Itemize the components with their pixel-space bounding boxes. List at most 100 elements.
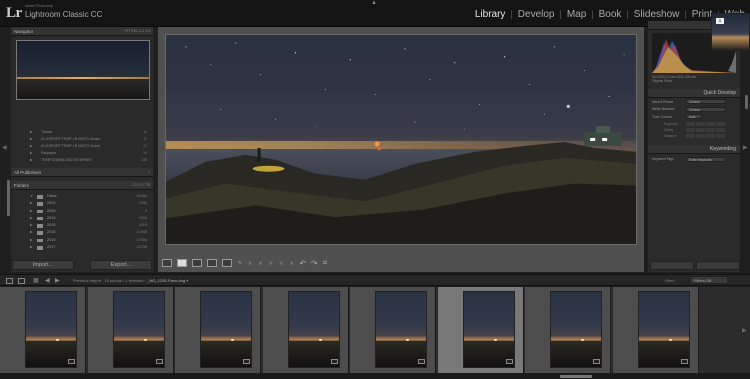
survey-view-button[interactable] [207,259,217,267]
disclosure-triangle-icon[interactable]: ▶ [30,222,33,229]
module-book[interactable]: Book [594,9,627,20]
folder-item[interactable]: ▶ 2004 1396 [11,200,153,207]
navigator-zoom-options[interactable]: FIT FILL 1:1 1:3 [125,29,150,33]
filmstrip-source[interactable]: Previous Import 15 photos / 1 selected /… [73,278,188,283]
disclosure-triangle-icon[interactable]: ▶ [30,157,33,164]
folder-item[interactable]: ▶ 2017 23756 [11,244,153,251]
disclosure-triangle-icon[interactable]: ▶ [30,208,33,215]
saved-preset-select[interactable]: Custom [686,99,726,105]
folder-count: 23756 [136,245,147,250]
second-display-icon[interactable] [18,278,25,284]
disclosure-triangle-icon[interactable]: ▶ [30,129,33,136]
catalog-item[interactable]: ▶ TEMP DOWNLOAD INTERNET 135 [11,157,153,164]
auto-tone-button[interactable]: Auto [686,114,702,120]
catalog-item[interactable]: ▶ Pallpaper 14 [11,150,153,157]
rotate-left-icon[interactable]: ↶ [299,259,306,268]
folder-item[interactable]: ▶ 2016 17666 [11,237,153,244]
module-map[interactable]: Map [562,9,591,20]
tone-adjust-buttons[interactable] [686,121,725,126]
catalog-item[interactable]: ▶ 01-EXPORT TEMP LR-MOTO Scene 12 [11,143,153,150]
module-slideshow[interactable]: Slideshow [629,9,685,20]
rating-star-icon[interactable]: ★ [279,260,284,267]
white-balance-select[interactable]: Custom [686,106,726,112]
loupe-view-button[interactable] [177,259,187,267]
rating-star-icon[interactable]: ★ [247,260,252,267]
filmstrip-cell[interactable] [0,287,86,373]
keyword-tags-input[interactable]: Enter Keywords [686,156,726,162]
compare-view-button[interactable] [192,259,202,267]
filmstrip-thumbnail[interactable] [462,291,515,368]
lightroom-window: Lr Adobe Photoshop Lightroom Classic CC … [0,0,750,379]
top-panel-toggle-icon[interactable]: ▲ [371,0,377,6]
disclosure-triangle-icon[interactable]: ▶ [30,136,33,143]
filmstrip-cell[interactable] [87,287,174,373]
module-develop[interactable]: Develop [513,9,560,20]
import-button[interactable]: Import... [12,260,74,270]
people-view-button[interactable] [222,259,232,267]
left-panel-scrollbar[interactable] [7,180,10,216]
filmstrip-thumbnail[interactable] [200,291,252,368]
quick-develop-header[interactable]: Quick Develop [648,89,740,98]
filmstrip-cell[interactable] [525,287,611,373]
folders-header[interactable]: Folders 2.2 / 4.7 TB [11,181,153,190]
publish-services-header[interactable]: All Publishers + [11,168,153,177]
disclosure-triangle-icon[interactable]: ▶ [30,143,33,150]
disclosure-triangle-icon[interactable]: ▶ [30,215,33,222]
sync-settings-button[interactable] [696,261,740,270]
filmstrip-cell[interactable] [262,287,349,373]
forward-icon[interactable]: ▶ [55,277,62,284]
filmstrip-scrollbar[interactable] [0,373,750,379]
right-panel-toggle-icon[interactable]: ▶ [743,144,748,151]
catalog-item[interactable]: ▶ Tickets 11 [11,129,153,136]
sync-metadata-button[interactable] [650,261,694,270]
main-photo[interactable] [165,34,637,245]
filmstrip-thumbnail[interactable] [637,291,690,368]
folder-item[interactable]: ▼ Fotos 64566 [11,193,153,200]
left-panel-toggle-icon[interactable]: ◀ [2,144,7,151]
folder-item[interactable]: ▶ 2016 10085 [11,229,153,236]
folder-item[interactable]: ▶ 2015 4115 [11,222,153,229]
navigator-preview[interactable] [16,40,150,100]
grid-view-button[interactable] [162,259,172,267]
catalog-item[interactable]: ▶ 01-EXPORT TEMP LR-MOTO Model 11 [11,136,153,143]
export-button[interactable]: Export... [90,260,152,270]
secondary-window-icon[interactable] [6,278,13,284]
filmstrip-right-toggle-icon[interactable]: ▶ [742,327,747,334]
folder-item[interactable]: ▶ 2006 8 [11,208,153,215]
flag-icon[interactable]: ⚑ [237,260,242,267]
tone-adjust-buttons[interactable] [686,133,725,138]
disclosure-triangle-icon[interactable]: ▶ [30,244,33,251]
rotate-right-icon[interactable]: ↷ [311,259,318,268]
rating-star-icon[interactable]: ★ [268,260,273,267]
filmstrip-thumbnail[interactable] [25,291,77,368]
filmstrip-thumbnail[interactable] [375,291,427,368]
keywording-header[interactable]: Keywording [648,144,740,154]
rating-star-icon[interactable]: ★ [289,260,294,267]
grid-view-icon[interactable]: ▦ [33,277,40,284]
module-library[interactable]: Library [470,9,511,20]
filmstrip-thumbnail[interactable] [287,291,340,368]
disclosure-triangle-icon[interactable]: ▼ [30,193,33,200]
disclosure-triangle-icon[interactable]: ▶ [30,229,33,236]
rating-star-icon[interactable]: ★ [258,260,263,267]
navigator-header[interactable]: Navigator FIT FILL 1:1 1:3 [11,27,153,36]
crop-icon[interactable]: ⌗ [323,258,328,268]
filmstrip-cell[interactable] [437,287,524,373]
filmstrip-cell[interactable] [350,287,436,373]
filter-select[interactable]: Filters Off [690,276,728,284]
tone-adjust-buttons[interactable] [686,127,725,132]
disclosure-triangle-icon[interactable]: ▶ [30,200,33,207]
catalog-list: ▶ Tickets 11 ▶ 01-EXPORT TEMP LR-MOTO Model 1… [11,129,153,164]
filmstrip-cell[interactable] [175,287,261,373]
filmstrip-cell[interactable] [612,287,699,373]
folder-item[interactable]: ▶ 2014 4008 [11,215,153,222]
filmstrip-thumbnail[interactable] [550,291,602,368]
filmstrip-scroll-thumb[interactable] [560,375,592,378]
back-icon[interactable]: ◀ [45,277,52,284]
original-photo-checkbox[interactable]: Original Photo [648,79,740,85]
top-bar: Lr Adobe Photoshop Lightroom Classic CC … [0,0,750,27]
right-panel-scrollbar[interactable] [745,95,748,109]
disclosure-triangle-icon[interactable]: ▶ [30,150,33,157]
filmstrip-thumbnail[interactable] [112,291,165,368]
disclosure-triangle-icon[interactable]: ▶ [30,237,33,244]
